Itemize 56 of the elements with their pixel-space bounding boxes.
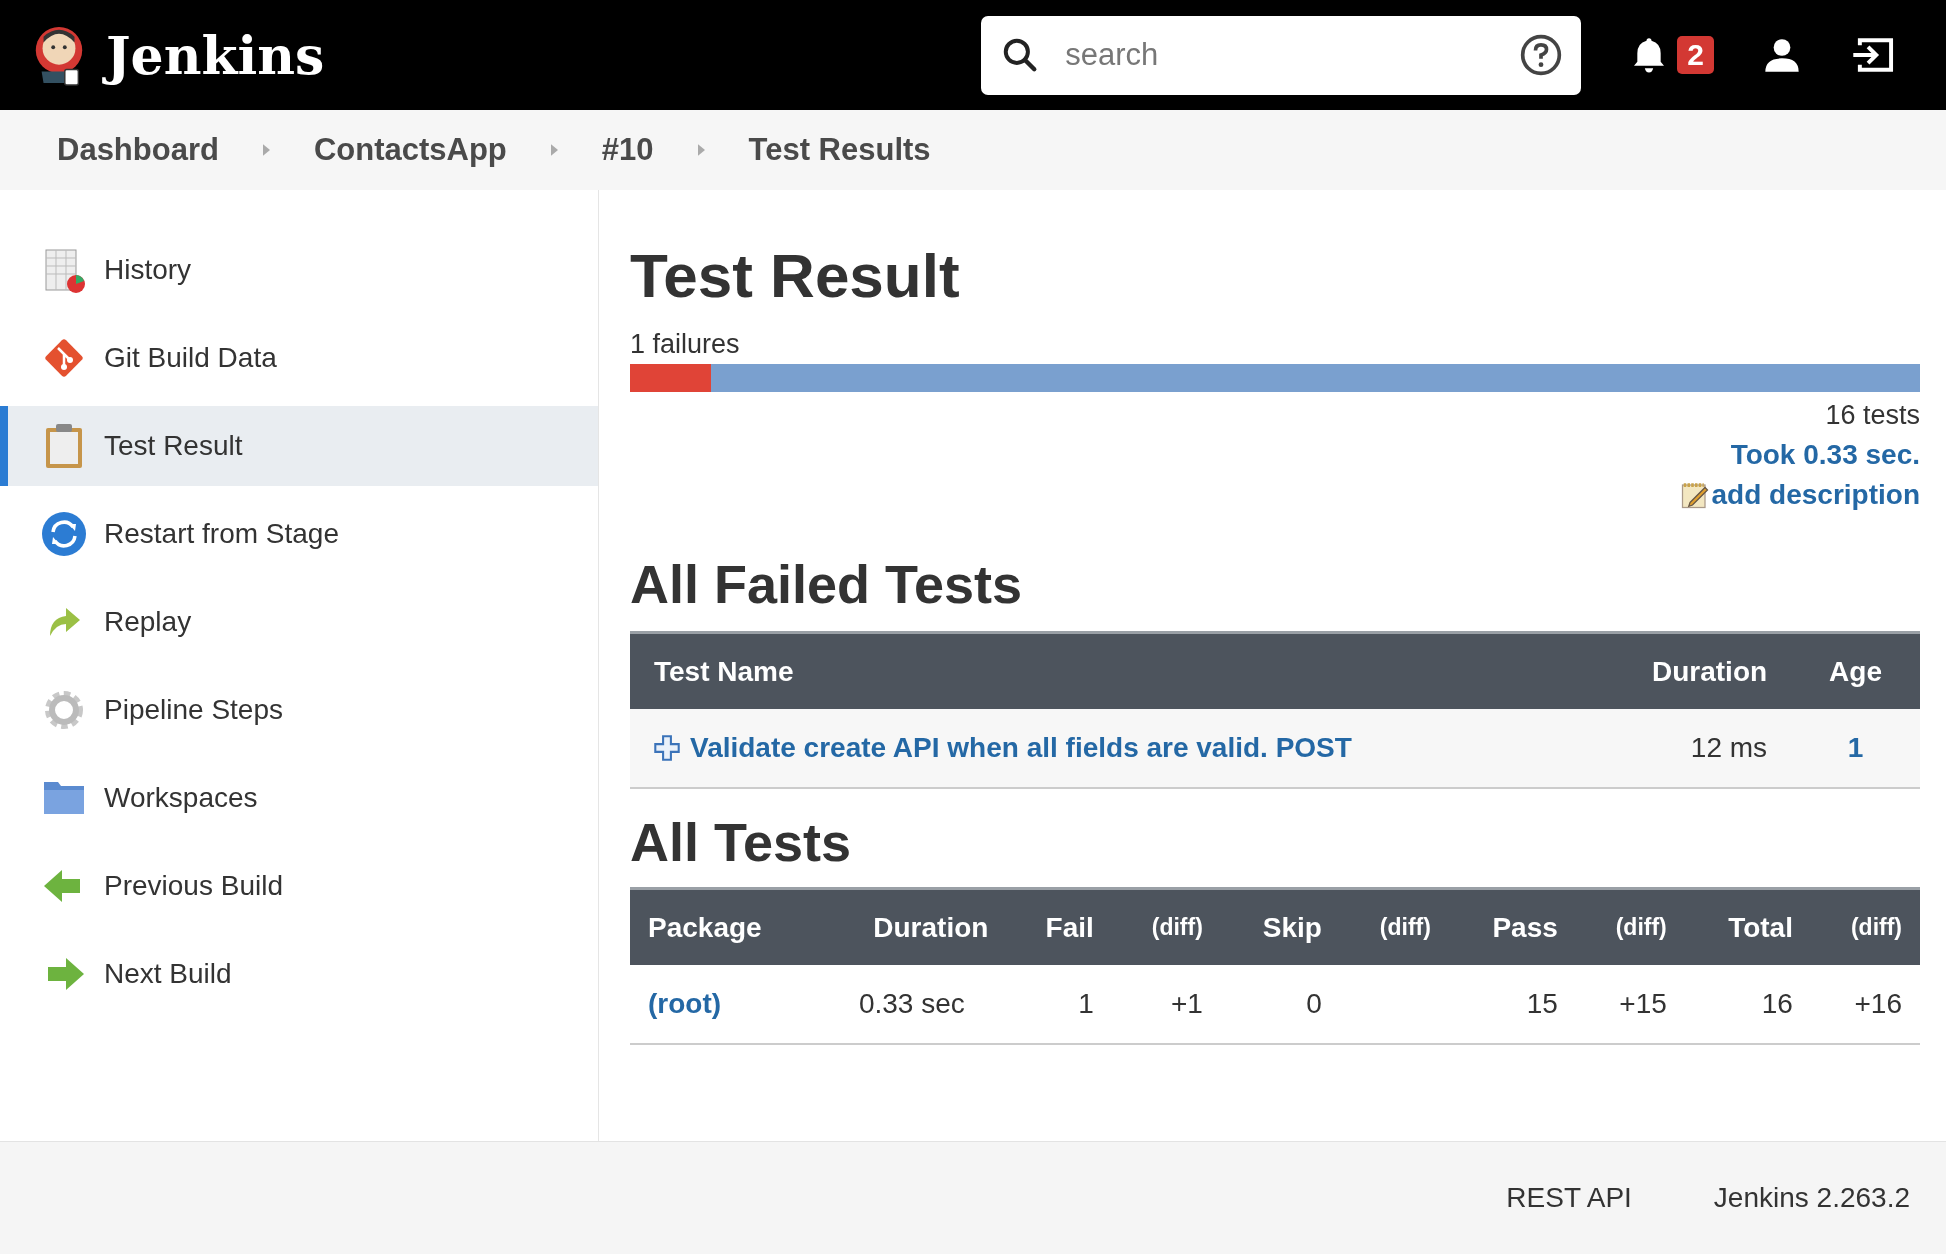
table-cell: +15 — [1619, 988, 1667, 1019]
column-header: Duration — [1582, 632, 1792, 709]
column-header: (diff) — [1575, 888, 1685, 965]
package-link[interactable]: (root) — [648, 988, 722, 1019]
duration-link[interactable]: Took 0.33 sec. — [1730, 439, 1920, 471]
notepad-pencil-icon — [1679, 480, 1710, 510]
tests-count: 16 tests — [1825, 400, 1920, 431]
table-cell: 0.33 sec — [858, 988, 965, 1019]
breadcrumb-caret-icon — [550, 144, 558, 156]
table-cell: +1 — [1170, 988, 1203, 1019]
column-header: Fail — [1006, 888, 1112, 965]
breadcrumb-link[interactable]: #10 — [601, 132, 654, 168]
sidebar-item[interactable]: Pipeline Steps — [0, 670, 598, 750]
breadcrumb-caret-icon — [697, 144, 705, 156]
page-title: Test Result — [630, 240, 961, 311]
sidebar-item[interactable]: Git Build Data — [0, 318, 598, 398]
column-header: (diff) — [1339, 888, 1449, 965]
add-description-link[interactable]: add description — [1711, 479, 1920, 511]
sidebar-item[interactable]: History — [0, 230, 598, 310]
footer-link[interactable]: Jenkins 2.263.2 — [1713, 1182, 1910, 1214]
section-heading: All Failed Tests — [630, 553, 1024, 615]
column-header: Test Name — [630, 632, 1583, 709]
column-header: Skip — [1220, 888, 1340, 965]
breadcrumb-link[interactable]: Test Results — [748, 132, 931, 168]
search-field[interactable]: search — [981, 15, 1582, 95]
table-cell: 1 — [1078, 988, 1094, 1019]
refresh-icon — [40, 510, 88, 558]
column-header: Age — [1791, 632, 1920, 709]
duration-cell: 12 ms — [1582, 709, 1792, 788]
notification-count[interactable]: 2 — [1677, 36, 1714, 74]
breadcrumb-caret-icon — [262, 144, 270, 156]
table-cell: 0 — [1306, 988, 1322, 1019]
sidebar-item[interactable]: Restart from Stage — [0, 494, 598, 574]
expand-plus-icon[interactable] — [654, 735, 680, 761]
sidebar-item[interactable]: Replay — [0, 582, 598, 662]
column-header: (diff) — [1810, 888, 1920, 965]
age-link[interactable]: 1 — [1847, 732, 1864, 763]
section-heading: All Tests — [630, 811, 853, 873]
failures-label: 1 failures — [630, 329, 741, 360]
sidebar-item[interactable]: Previous Build — [0, 846, 598, 926]
breadcrumb-link[interactable]: ContactsApp — [313, 132, 507, 168]
table-cell: 16 — [1761, 988, 1793, 1019]
sign-out-icon[interactable] — [1850, 35, 1896, 75]
sidebar-item[interactable]: Test Result — [0, 406, 598, 486]
column-header: Package — [630, 888, 818, 965]
footer-link[interactable]: REST API — [1506, 1182, 1632, 1214]
column-header: Duration — [817, 888, 1007, 965]
column-header: Pass — [1448, 888, 1576, 965]
column-header: (diff) — [1111, 888, 1221, 965]
table-cell: 15 — [1526, 988, 1558, 1019]
column-header: Total — [1684, 888, 1811, 965]
sidebar-item[interactable]: Next Build — [0, 934, 598, 1014]
breadcrumb-link[interactable]: Dashboard — [57, 132, 219, 168]
help-icon[interactable] — [1519, 32, 1564, 77]
sidebar-item[interactable]: Workspaces — [0, 758, 598, 838]
table-cell: +16 — [1854, 988, 1902, 1019]
